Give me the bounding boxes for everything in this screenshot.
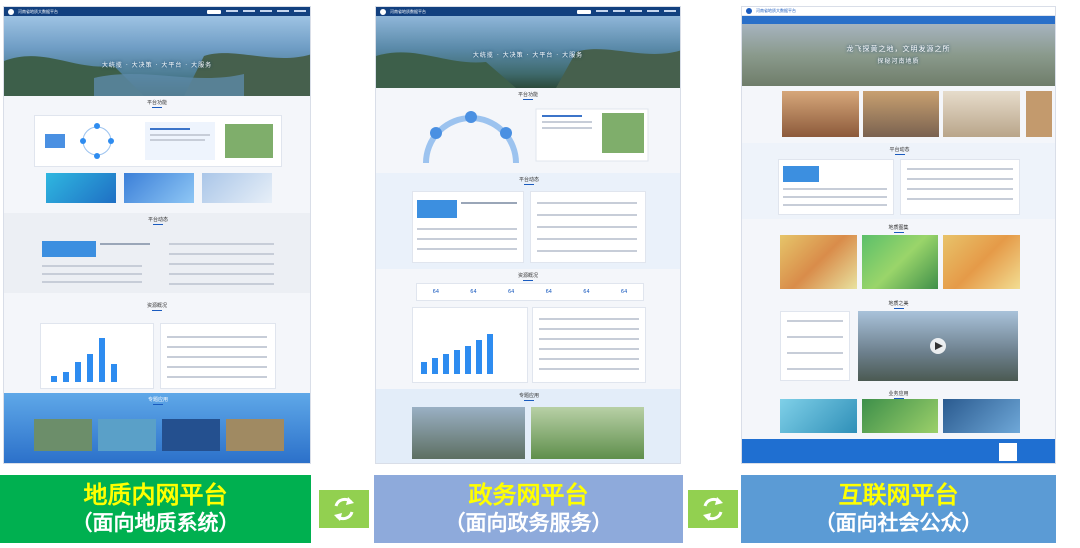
internet-site-title: 河南省地质大数据平台 [756,8,796,13]
label-government-sub: （面向政务服务） [444,511,613,535]
label-intranet-main: 地质内网平台 [83,481,228,509]
label-intranet-sub: （面向地质系统） [71,511,240,535]
sync-connector-2 [688,490,738,528]
stat-value: 64 [583,289,590,295]
internet-navbar: 河南省地质大数据平台 [742,7,1055,16]
intranet-resource-chart [40,323,154,389]
government-navbar: 河南省地质数据平台 [376,7,680,16]
government-news-area: 平台动态 [376,173,680,269]
stat-value: 64 [432,289,440,295]
internet-beauty-list[interactable] [780,311,850,381]
stat-value: 64 [507,289,515,295]
site-logo-icon [746,8,752,14]
internet-hero-slogan-1: 龙飞探黄之地，文明发源之所 [846,45,951,53]
stat-value: 64 [620,289,628,295]
site-logo-icon [380,8,386,15]
intranet-platform-screenshot: 河南省地质大数据平台 大统揽 · 大决策 · 大平台 · 大服务 平台功能 平台… [3,6,311,464]
intranet-section-resources: 资源概况 [4,299,310,313]
platform-overview: 河南省地质大数据平台 大统揽 · 大决策 · 大平台 · 大服务 平台功能 平台… [0,0,1080,548]
government-section-resources: 资源概况 [376,269,680,283]
intranet-news-area: 平台动态 [4,213,310,293]
internet-feature-cards[interactable] [782,91,1021,137]
qr-code-icon [999,443,1017,461]
canyon-landscape-icon [4,53,310,96]
stat-value: 64 [470,289,477,295]
internet-section-atlas: 地质图集 [742,221,1055,235]
intranet-topic-cards[interactable] [34,419,284,451]
internet-hero-slogan-2: 探秘河南地质 [877,58,920,65]
intranet-navbar: 河南省地质大数据平台 [4,7,310,16]
intranet-function-card [34,115,282,167]
government-section-platform-news: 平台动态 [376,173,680,187]
intranet-site-title: 河南省地质大数据平台 [18,8,58,14]
internet-footer [742,439,1055,463]
resource-bar-chart [421,314,493,374]
resource-bar-chart [51,332,117,382]
government-resource-chart [412,307,528,383]
internet-news-area: 平台动态 [742,143,1055,219]
stat-value: 64 [545,289,552,295]
internet-platform-screenshot: 河南省地质大数据平台 龙飞探黄之地，文明发源之所 探秘河南地质 平台动态 地质图… [741,6,1056,464]
intranet-resource-list [160,323,276,389]
internet-section-platform-news: 平台动态 [742,143,1055,157]
government-function-area [406,103,652,167]
intranet-topic-area: 专题应用 [4,393,310,463]
function-ring-icon [423,108,649,164]
government-hero-slogan: 大统揽 · 大决策 · 大平台 · 大服务 [472,52,584,59]
internet-business-cards[interactable] [780,399,1021,433]
internet-hero-banner: 龙飞探黄之地，文明发源之所 探秘河南地质 [742,24,1055,86]
government-topic-area: 专题应用 [376,389,680,463]
internet-section-beauty: 地质之美 [742,297,1055,311]
sync-arrows-icon [703,497,723,521]
intranet-section-platform-news: 平台动态 [4,213,310,227]
government-hero-banner: 大统揽 · 大决策 · 大平台 · 大服务 [376,16,680,88]
intranet-hero-banner: 大统揽 · 大决策 · 大平台 · 大服务 [4,16,310,96]
intranet-section-platform-function: 平台功能 [4,96,310,110]
intranet-carousel[interactable] [46,173,272,203]
play-icon [930,338,946,354]
label-internet-sub: （面向社会公众） [814,511,983,535]
government-section-platform-function: 平台功能 [376,88,680,102]
internet-side-card[interactable] [1026,91,1052,137]
internet-atlas-maps[interactable] [780,235,1021,289]
government-platform-screenshot: 河南省地质数据平台 大统揽 · 大决策 · 大平台 · 大服务 平台功能 平台动… [375,6,681,464]
intranet-hero-slogan: 大统揽 · 大决策 · 大平台 · 大服务 [101,62,213,69]
function-diagram-icon [45,122,273,160]
internet-menu-bar[interactable] [742,16,1055,24]
sync-arrows-icon [334,497,354,521]
government-stat-strip: 64 64 64 64 64 64 [416,283,644,301]
government-nav-links[interactable] [577,9,676,14]
label-internet-platform: 互联网平台 （面向社会公众） [741,475,1056,543]
government-site-title: 河南省地质数据平台 [390,8,426,14]
label-government-platform: 政务网平台 （面向政务服务） [374,475,683,543]
government-topic-cards[interactable] [412,407,644,459]
government-section-topics: 专题应用 [376,389,680,403]
label-intranet-platform: 地质内网平台 （面向地质系统） [0,475,311,543]
site-logo-icon [8,8,14,15]
internet-beauty-video[interactable] [858,311,1018,381]
government-resource-list [532,307,646,383]
intranet-nav-links[interactable] [207,9,306,14]
label-government-main: 政务网平台 [468,481,589,509]
intranet-section-topics: 专题应用 [4,393,310,407]
sync-connector-1 [319,490,369,528]
label-internet-main: 互联网平台 [838,481,959,509]
